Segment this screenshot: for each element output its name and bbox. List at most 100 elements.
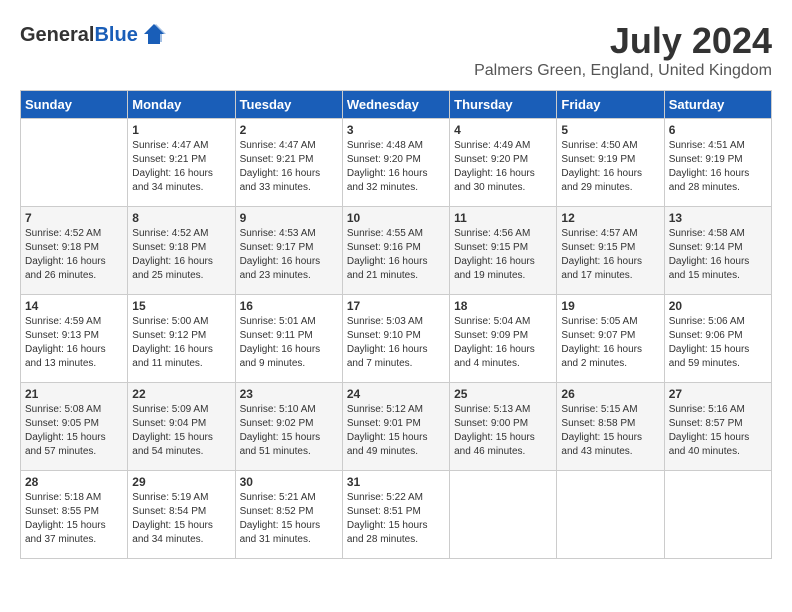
day-info: Sunrise: 4:56 AM Sunset: 9:15 PM Dayligh…	[454, 227, 552, 283]
calendar-cell: 23 Sunrise: 5:10 AM Sunset: 9:02 PM Dayli…	[235, 383, 342, 471]
calendar-header-monday: Monday	[128, 91, 235, 119]
calendar-cell: 31Sunrise: 5:22 AM Sunset: 8:51 PM Dayli…	[342, 471, 449, 559]
day-info: Sunrise: 4:55 AM Sunset: 9:16 PM Dayligh…	[347, 227, 445, 283]
day-info: Sunrise: 5:15 AM Sunset: 8:58 PM Dayligh…	[561, 403, 659, 459]
calendar-table: SundayMondayTuesdayWednesdayThursdayFrid…	[20, 90, 772, 559]
day-number: 24	[347, 387, 445, 401]
day-number: 7	[25, 211, 123, 225]
calendar-cell	[664, 471, 771, 559]
calendar-cell: 29 Sunrise: 5:19 AM Sunset: 8:54 PM Dayli…	[128, 471, 235, 559]
calendar-cell: 6Sunrise: 4:51 AM Sunset: 9:19 PM Daylig…	[664, 119, 771, 207]
calendar-cell: 22 Sunrise: 5:09 AM Sunset: 9:04 PM Dayli…	[128, 383, 235, 471]
calendar-cell: 8 Sunrise: 4:52 AM Sunset: 9:18 PM Daylig…	[128, 207, 235, 295]
day-info: Sunrise: 5:04 AM Sunset: 9:09 PM Dayligh…	[454, 315, 552, 371]
title-area: July 2024 Palmers Green, England, United…	[474, 20, 772, 80]
day-number: 14	[25, 299, 123, 313]
day-info: Sunrise: 5:08 AM Sunset: 9:05 PM Dayligh…	[25, 403, 123, 459]
calendar-cell: 7 Sunrise: 4:52 AM Sunset: 9:18 PM Daylig…	[21, 207, 128, 295]
day-info: Sunrise: 4:52 AM Sunset: 9:18 PM Dayligh…	[25, 227, 123, 283]
day-info: Sunrise: 4:57 AM Sunset: 9:15 PM Dayligh…	[561, 227, 659, 283]
calendar-cell: 19 Sunrise: 5:05 AM Sunset: 9:07 PM Dayli…	[557, 295, 664, 383]
calendar-cell: 28 Sunrise: 5:18 AM Sunset: 8:55 PM Dayli…	[21, 471, 128, 559]
day-info: Sunrise: 5:05 AM Sunset: 9:07 PM Dayligh…	[561, 315, 659, 371]
day-info: Sunrise: 4:58 AM Sunset: 9:14 PM Dayligh…	[669, 227, 767, 283]
day-info: Sunrise: 4:52 AM Sunset: 9:18 PM Dayligh…	[132, 227, 230, 283]
calendar-week-row: 21 Sunrise: 5:08 AM Sunset: 9:05 PM Dayli…	[21, 383, 772, 471]
day-number: 5	[561, 123, 659, 137]
day-number: 29	[132, 475, 230, 489]
day-info: Sunrise: 4:49 AM Sunset: 9:20 PM Dayligh…	[454, 139, 552, 195]
day-number: 27	[669, 387, 767, 401]
calendar-header-thursday: Thursday	[450, 91, 557, 119]
day-number: 19	[561, 299, 659, 313]
day-info: Sunrise: 5:21 AM Sunset: 8:52 PM Dayligh…	[240, 491, 338, 547]
calendar-header-saturday: Saturday	[664, 91, 771, 119]
day-info: Sunrise: 5:22 AM Sunset: 8:51 PM Dayligh…	[347, 491, 445, 547]
day-info: Sunrise: 5:18 AM Sunset: 8:55 PM Dayligh…	[25, 491, 123, 547]
day-number: 13	[669, 211, 767, 225]
calendar-cell: 1Sunrise: 4:47 AM Sunset: 9:21 PM Daylig…	[128, 119, 235, 207]
calendar-cell: 13 Sunrise: 4:58 AM Sunset: 9:14 PM Dayli…	[664, 207, 771, 295]
location: Palmers Green, England, United Kingdom	[474, 62, 772, 80]
header: GeneralBlue July 2024 Palmers Green, Eng…	[20, 20, 772, 80]
day-number: 22	[132, 387, 230, 401]
calendar-cell: 18 Sunrise: 5:04 AM Sunset: 9:09 PM Dayli…	[450, 295, 557, 383]
calendar-cell: 15Sunrise: 5:00 AM Sunset: 9:12 PM Dayli…	[128, 295, 235, 383]
day-info: Sunrise: 5:03 AM Sunset: 9:10 PM Dayligh…	[347, 315, 445, 371]
calendar-cell: 4Sunrise: 4:49 AM Sunset: 9:20 PM Daylig…	[450, 119, 557, 207]
calendar-header-row: SundayMondayTuesdayWednesdayThursdayFrid…	[21, 91, 772, 119]
calendar-cell: 16 Sunrise: 5:01 AM Sunset: 9:11 PM Dayli…	[235, 295, 342, 383]
day-number: 30	[240, 475, 338, 489]
day-number: 20	[669, 299, 767, 313]
day-number: 11	[454, 211, 552, 225]
calendar-cell: 2Sunrise: 4:47 AM Sunset: 9:21 PM Daylig…	[235, 119, 342, 207]
day-number: 28	[25, 475, 123, 489]
calendar-cell: 3Sunrise: 4:48 AM Sunset: 9:20 PM Daylig…	[342, 119, 449, 207]
calendar-cell: 20Sunrise: 5:06 AM Sunset: 9:06 PM Dayli…	[664, 295, 771, 383]
day-info: Sunrise: 5:00 AM Sunset: 9:12 PM Dayligh…	[132, 315, 230, 371]
day-info: Sunrise: 4:47 AM Sunset: 9:21 PM Dayligh…	[240, 139, 338, 195]
day-number: 18	[454, 299, 552, 313]
calendar-cell: 30 Sunrise: 5:21 AM Sunset: 8:52 PM Dayli…	[235, 471, 342, 559]
day-info: Sunrise: 5:10 AM Sunset: 9:02 PM Dayligh…	[240, 403, 338, 459]
day-info: Sunrise: 5:09 AM Sunset: 9:04 PM Dayligh…	[132, 403, 230, 459]
calendar-cell: 12 Sunrise: 4:57 AM Sunset: 9:15 PM Dayli…	[557, 207, 664, 295]
calendar-cell: 10 Sunrise: 4:55 AM Sunset: 9:16 PM Dayli…	[342, 207, 449, 295]
day-info: Sunrise: 4:48 AM Sunset: 9:20 PM Dayligh…	[347, 139, 445, 195]
day-number: 10	[347, 211, 445, 225]
calendar-header-tuesday: Tuesday	[235, 91, 342, 119]
day-info: Sunrise: 4:53 AM Sunset: 9:17 PM Dayligh…	[240, 227, 338, 283]
calendar-cell: 21 Sunrise: 5:08 AM Sunset: 9:05 PM Dayli…	[21, 383, 128, 471]
day-number: 25	[454, 387, 552, 401]
calendar-cell: 26Sunrise: 5:15 AM Sunset: 8:58 PM Dayli…	[557, 383, 664, 471]
day-info: Sunrise: 4:59 AM Sunset: 9:13 PM Dayligh…	[25, 315, 123, 371]
logo: GeneralBlue	[20, 20, 168, 48]
day-number: 12	[561, 211, 659, 225]
day-info: Sunrise: 4:47 AM Sunset: 9:21 PM Dayligh…	[132, 139, 230, 195]
calendar-cell	[21, 119, 128, 207]
day-number: 16	[240, 299, 338, 313]
calendar-cell: 17 Sunrise: 5:03 AM Sunset: 9:10 PM Dayli…	[342, 295, 449, 383]
calendar-cell: 14 Sunrise: 4:59 AM Sunset: 9:13 PM Dayli…	[21, 295, 128, 383]
calendar-cell	[557, 471, 664, 559]
calendar-cell: 9 Sunrise: 4:53 AM Sunset: 9:17 PM Daylig…	[235, 207, 342, 295]
day-number: 8	[132, 211, 230, 225]
day-info: Sunrise: 4:50 AM Sunset: 9:19 PM Dayligh…	[561, 139, 659, 195]
calendar-cell: 5 Sunrise: 4:50 AM Sunset: 9:19 PM Daylig…	[557, 119, 664, 207]
day-info: Sunrise: 5:19 AM Sunset: 8:54 PM Dayligh…	[132, 491, 230, 547]
day-info: Sunrise: 5:12 AM Sunset: 9:01 PM Dayligh…	[347, 403, 445, 459]
logo-general: GeneralBlue	[20, 21, 138, 47]
calendar-header-friday: Friday	[557, 91, 664, 119]
logo-icon	[140, 20, 168, 48]
day-number: 17	[347, 299, 445, 313]
day-number: 21	[25, 387, 123, 401]
calendar-cell: 24 Sunrise: 5:12 AM Sunset: 9:01 PM Dayli…	[342, 383, 449, 471]
day-number: 23	[240, 387, 338, 401]
day-number: 9	[240, 211, 338, 225]
calendar-week-row: 1Sunrise: 4:47 AM Sunset: 9:21 PM Daylig…	[21, 119, 772, 207]
calendar-week-row: 14 Sunrise: 4:59 AM Sunset: 9:13 PM Dayli…	[21, 295, 772, 383]
day-info: Sunrise: 5:16 AM Sunset: 8:57 PM Dayligh…	[669, 403, 767, 459]
day-info: Sunrise: 5:01 AM Sunset: 9:11 PM Dayligh…	[240, 315, 338, 371]
calendar-cell: 11 Sunrise: 4:56 AM Sunset: 9:15 PM Dayli…	[450, 207, 557, 295]
calendar-cell: 25Sunrise: 5:13 AM Sunset: 9:00 PM Dayli…	[450, 383, 557, 471]
